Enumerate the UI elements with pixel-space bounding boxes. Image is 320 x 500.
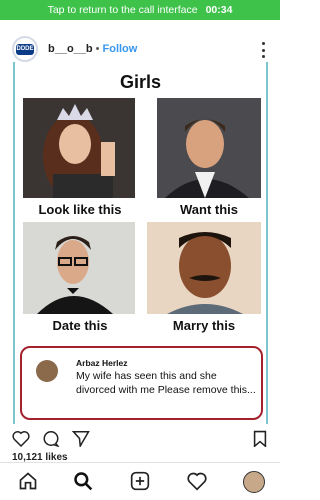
commenter-name: Arbaz Herlez bbox=[76, 358, 128, 368]
commenter-avatar bbox=[36, 360, 58, 382]
separator-dot: • bbox=[95, 43, 100, 55]
author-avatar[interactable]: DDDE bbox=[12, 36, 38, 62]
share-icon[interactable] bbox=[72, 430, 90, 447]
photo-woman-crown bbox=[23, 98, 135, 198]
caption-want: Want this bbox=[179, 202, 238, 217]
photo-man-suit bbox=[157, 98, 261, 198]
call-timer: 00:34 bbox=[205, 4, 233, 16]
call-bar-text: Tap to return to the call interface bbox=[47, 4, 198, 16]
comment-icon[interactable] bbox=[42, 430, 60, 447]
comment-text: My wife has seen this and she divorced w… bbox=[76, 370, 256, 396]
search-icon[interactable] bbox=[73, 471, 93, 491]
photo-man-glasses bbox=[23, 222, 135, 314]
bottom-nav bbox=[0, 462, 280, 500]
avatar-logo: DDDE bbox=[16, 43, 34, 55]
profile-icon[interactable] bbox=[243, 471, 265, 493]
return-to-call-bar[interactable]: Tap to return to the call interface 00:3… bbox=[0, 0, 280, 20]
meme-title: Girls bbox=[119, 72, 162, 92]
photo-man-mustache bbox=[147, 222, 261, 314]
home-icon[interactable] bbox=[18, 471, 38, 491]
comment-box: Arbaz Herlez My wife has seen this and s… bbox=[20, 346, 263, 420]
caption-look: Look like this bbox=[38, 202, 122, 217]
caption-marry: Marry this bbox=[172, 318, 236, 333]
heart-icon[interactable] bbox=[12, 430, 30, 447]
follow-button[interactable]: Follow bbox=[103, 43, 138, 55]
post-actions bbox=[0, 426, 280, 452]
author-username[interactable]: b__o__b bbox=[48, 43, 93, 55]
add-icon[interactable] bbox=[130, 471, 150, 491]
more-options-icon[interactable] bbox=[262, 42, 266, 58]
caption-date: Date this bbox=[52, 318, 108, 333]
bookmark-icon[interactable] bbox=[252, 430, 268, 447]
heart-nav-icon[interactable] bbox=[187, 471, 207, 491]
